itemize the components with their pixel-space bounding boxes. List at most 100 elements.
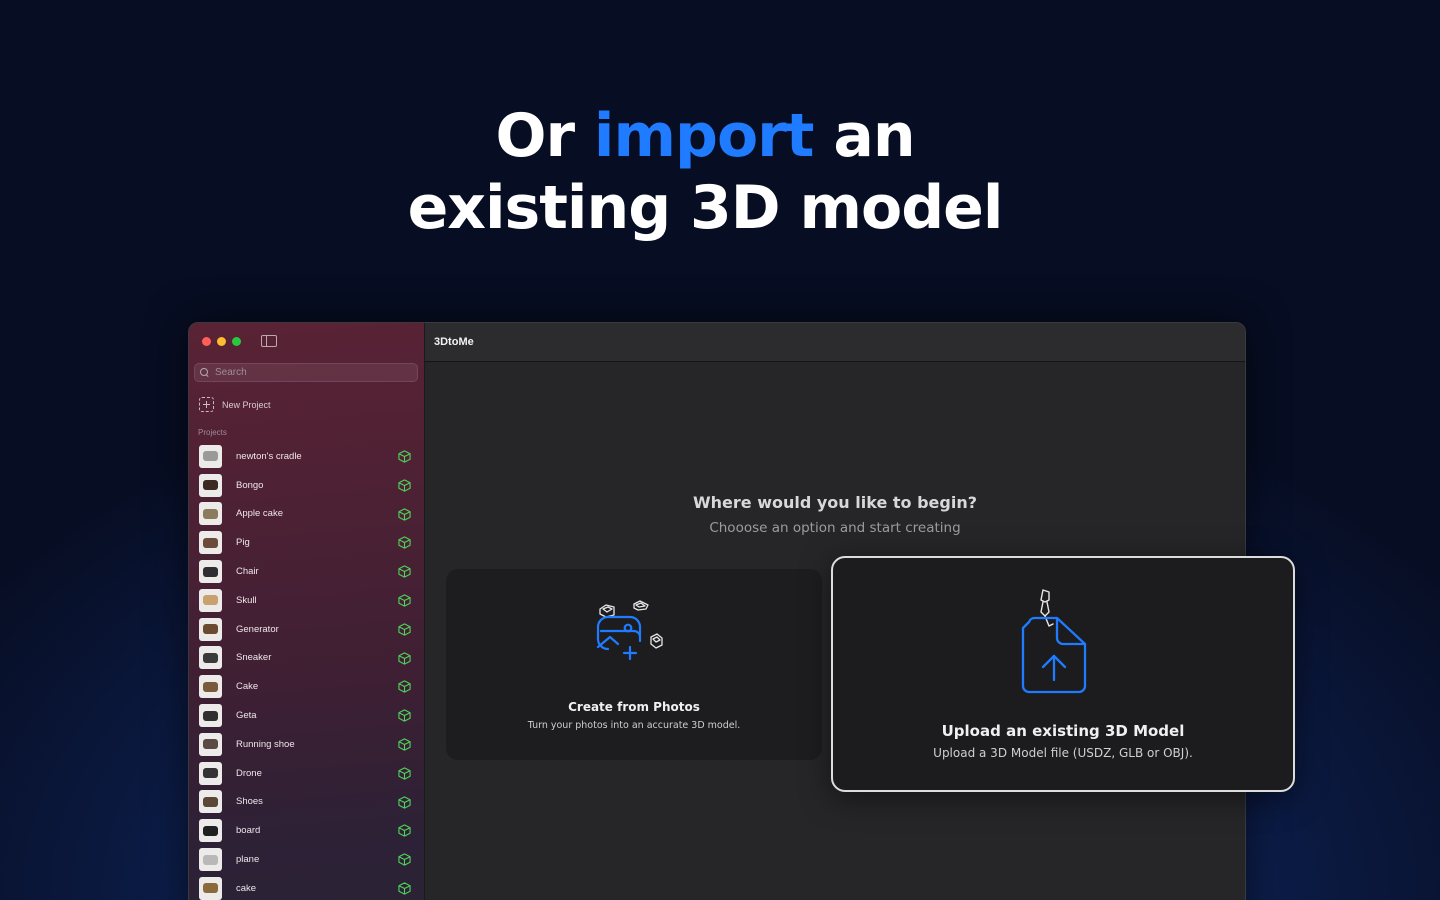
project-thumbnail-image: [203, 480, 218, 491]
project-thumbnail: [199, 848, 222, 872]
project-thumbnail: [199, 588, 222, 612]
create-from-photos-card[interactable]: Create from Photos Turn your photos into…: [446, 569, 822, 760]
project-thumbnail: [199, 675, 222, 699]
project-list-item[interactable]: Apple cake: [189, 500, 425, 529]
model-cube-icon: [398, 623, 411, 636]
close-window-button[interactable]: [202, 337, 211, 346]
project-thumbnail: [199, 819, 222, 843]
project-thumbnail: [199, 790, 222, 814]
project-list-item[interactable]: Drone: [189, 759, 425, 788]
project-name: Skull: [236, 594, 257, 606]
project-thumbnail-image: [203, 681, 218, 692]
model-cube-icon: [398, 767, 411, 780]
project-thumbnail-image: [203, 739, 218, 750]
project-name: Geta: [236, 710, 257, 722]
project-thumbnail: [199, 560, 222, 584]
new-project-button[interactable]: New Project: [199, 397, 271, 412]
project-list-item[interactable]: cake: [189, 874, 425, 900]
project-list-item[interactable]: Bongo: [189, 471, 425, 500]
project-list-item[interactable]: Shoes: [189, 788, 425, 817]
project-name: cake: [236, 882, 257, 894]
project-name: Shoes: [236, 796, 263, 808]
model-cube-icon: [398, 709, 411, 722]
search-input[interactable]: [215, 367, 405, 378]
model-cube-icon: [398, 680, 411, 694]
create-from-photos-description: Turn your photos into an accurate 3D mod…: [527, 720, 741, 731]
model-cube-icon: [398, 565, 411, 578]
model-cube-icon: [398, 536, 411, 550]
upload-model-title: Upload an existing 3D Model: [941, 722, 1185, 740]
project-list-item[interactable]: Pig: [189, 528, 425, 557]
model-cube-icon: [398, 507, 411, 521]
model-cube-icon: [398, 651, 411, 665]
project-name: Apple cake: [236, 508, 284, 520]
headline-suffix: an: [813, 101, 915, 171]
prompt-subtitle: Chooose an option and start creating: [709, 520, 961, 536]
project-list-item[interactable]: Geta: [189, 701, 425, 730]
headline-line-2: existing 3D model: [407, 173, 1004, 243]
project-list: newton's cradle Bongo Apple cake Pig Chair Sk…: [189, 442, 425, 900]
project-list-item[interactable]: Cake: [189, 672, 425, 701]
project-thumbnail: [199, 704, 222, 728]
photo-to-model-icon: [596, 600, 663, 661]
project-list-item[interactable]: Generator: [189, 615, 425, 644]
project-name: board: [236, 825, 261, 837]
page-headline: Or import an existing 3D model: [0, 100, 1410, 244]
create-from-photos-title: Create from Photos: [568, 700, 700, 714]
search-icon: [200, 368, 209, 377]
model-cube-icon: [398, 594, 411, 607]
project-list-item[interactable]: plane: [189, 845, 425, 874]
project-thumbnail-image: [203, 768, 218, 779]
model-cube-icon: [398, 479, 411, 492]
model-cube-icon: [398, 450, 411, 463]
model-cube-icon: [398, 795, 411, 809]
window-controls: [202, 337, 241, 346]
project-thumbnail-image: [203, 595, 218, 606]
project-thumbnail-image: [203, 451, 218, 462]
project-name: Drone: [236, 767, 262, 779]
project-thumbnail: [199, 444, 222, 468]
project-list-item[interactable]: Sneaker: [189, 644, 425, 673]
prompt-title: Where would you like to begin?: [693, 493, 977, 512]
projects-section-label: Projects: [198, 428, 227, 437]
model-cube-icon: [398, 882, 411, 895]
project-list-item[interactable]: Running shoe: [189, 730, 425, 759]
sidebar-toggle-icon[interactable]: [261, 335, 277, 347]
project-list-item[interactable]: newton's cradle: [189, 442, 425, 471]
project-thumbnail-image: [203, 537, 218, 548]
project-name: Generator: [236, 623, 279, 635]
project-name: Bongo: [236, 479, 264, 491]
project-name: newton's cradle: [236, 450, 302, 462]
project-list-item[interactable]: Chair: [189, 557, 425, 586]
sidebar: New Project Projects newton's cradle Bong…: [189, 323, 425, 900]
model-cube-icon: [398, 738, 411, 751]
headline-prefix: Or: [495, 101, 594, 171]
window-title: 3DtoMe: [425, 323, 1245, 362]
project-thumbnail: [199, 502, 222, 526]
search-field[interactable]: [194, 363, 418, 382]
zoom-window-button[interactable]: [232, 337, 241, 346]
project-thumbnail: [199, 876, 222, 900]
project-name: Cake: [236, 681, 259, 693]
headline-accent: import: [593, 101, 815, 171]
project-thumbnail-image: [203, 624, 218, 635]
upload-model-description: Upload a 3D Model file (USDZ, GLB or OBJ…: [933, 746, 1193, 760]
project-list-item[interactable]: board: [189, 816, 425, 845]
project-name: Pig: [236, 537, 250, 549]
headline-line-1: Or import an: [0, 100, 1410, 172]
project-thumbnail: [199, 473, 222, 497]
project-thumbnail: [199, 531, 222, 555]
project-thumbnail-image: [203, 825, 218, 836]
project-thumbnail-image: [203, 796, 218, 807]
project-thumbnail: [199, 732, 222, 756]
project-thumbnail-image: [203, 710, 218, 721]
model-cube-icon: [398, 853, 411, 866]
project-thumbnail-image: [203, 883, 218, 894]
minimize-window-button[interactable]: [217, 337, 226, 346]
upload-model-card[interactable]: Upload an existing 3D Model Upload a 3D …: [831, 556, 1295, 792]
project-name: Chair: [236, 566, 259, 578]
project-thumbnail: [199, 646, 222, 670]
project-list-item[interactable]: Skull: [189, 586, 425, 615]
project-thumbnail: [199, 761, 222, 785]
new-project-label: New Project: [222, 399, 271, 410]
